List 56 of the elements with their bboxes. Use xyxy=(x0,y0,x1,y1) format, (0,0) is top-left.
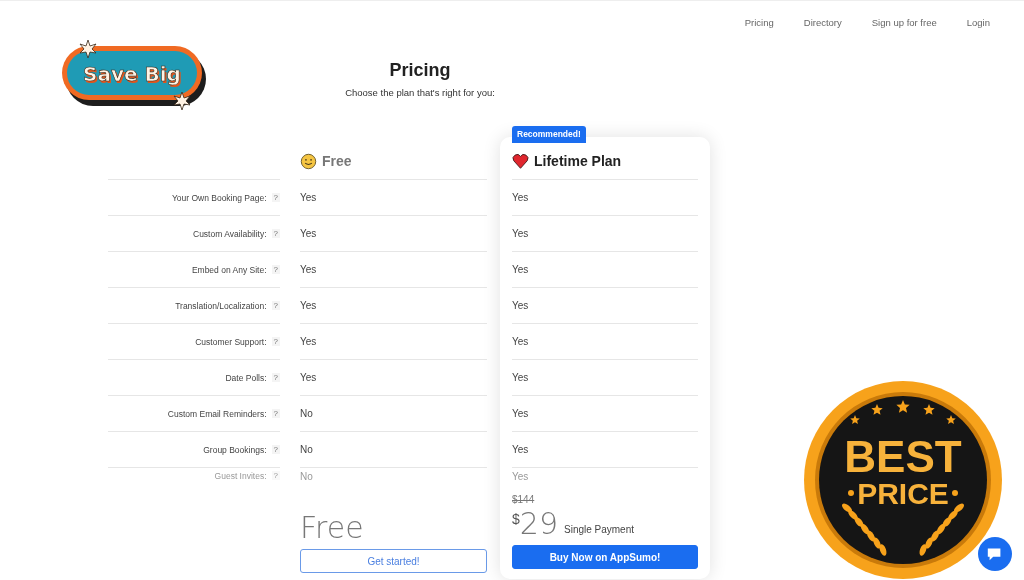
feature-value: Yes xyxy=(300,300,317,311)
feature-label: Group Bookings: xyxy=(203,444,267,455)
help-icon[interactable]: ? xyxy=(271,265,280,274)
plan-name: Lifetime Plan xyxy=(534,152,622,170)
heart-icon xyxy=(512,153,529,170)
price-note: Single Payment xyxy=(564,524,635,535)
feature-value: Yes xyxy=(512,264,529,275)
get-started-button[interactable]: Get started! xyxy=(300,549,487,573)
buy-button[interactable]: Buy Now on AppSumo! xyxy=(512,545,698,569)
page-title: Pricing xyxy=(388,59,452,82)
help-icon[interactable]: ? xyxy=(271,445,280,454)
feature-value: Yes xyxy=(300,372,317,383)
help-icon[interactable]: ? xyxy=(271,193,280,202)
feature-value: Yes xyxy=(300,228,317,239)
nav-link[interactable]: Sign up for free xyxy=(871,16,937,30)
feature-value: Yes xyxy=(300,192,317,203)
help-icon[interactable]: ? xyxy=(271,471,280,480)
recommended-badge: Recommended! xyxy=(512,126,586,143)
feature-value: Yes xyxy=(512,336,529,347)
plan-name: Free xyxy=(322,152,352,170)
feature-value: Yes xyxy=(300,336,317,347)
help-icon[interactable]: ? xyxy=(271,301,280,310)
help-icon[interactable]: ? xyxy=(271,409,280,418)
feature-label: Custom Availability: xyxy=(193,228,267,239)
feature-label: Embed on Any Site: xyxy=(191,264,267,275)
feature-label: Translation/Localization: xyxy=(175,300,267,311)
feature-value: Yes xyxy=(300,264,317,275)
feature-value: Yes xyxy=(512,192,529,203)
nav-link[interactable]: Pricing xyxy=(744,16,774,30)
feature-label: Custom Email Reminders: xyxy=(167,408,267,419)
currency-sign: $ xyxy=(512,511,520,527)
help-icon[interactable]: ? xyxy=(271,337,280,346)
nav-link[interactable]: Login xyxy=(966,16,990,30)
feature-label: Your Own Booking Page: xyxy=(171,192,267,203)
feature-value: Yes xyxy=(512,444,529,455)
feature-label: Customer Support: xyxy=(195,336,267,347)
nav-link[interactable]: Directory xyxy=(803,16,842,30)
plan-price: Free xyxy=(300,511,364,545)
best-price-seal-drawing: BEST PRICE xyxy=(803,380,1003,580)
page-subtitle: Choose the plan that's right for you: xyxy=(344,86,496,100)
help-icon[interactable]: ? xyxy=(271,373,280,382)
feature-value: Yes xyxy=(512,228,529,239)
feature-value: No xyxy=(300,471,313,482)
smiley-face-icon xyxy=(300,153,317,170)
chat-button[interactable] xyxy=(978,537,1012,571)
old-price: $144 xyxy=(512,493,536,507)
plan-price: 29 xyxy=(519,507,558,541)
feature-value: Yes xyxy=(512,408,529,419)
feature-label: Guest Invites: xyxy=(214,471,267,481)
feature-value: Yes xyxy=(512,300,529,311)
help-icon[interactable]: ? xyxy=(271,229,280,238)
feature-value: No xyxy=(300,444,313,455)
feature-value: No xyxy=(300,408,313,419)
feature-value: Yes xyxy=(512,372,529,383)
feature-label: Date Polls: xyxy=(225,372,267,383)
feature-value: Yes xyxy=(512,471,529,482)
